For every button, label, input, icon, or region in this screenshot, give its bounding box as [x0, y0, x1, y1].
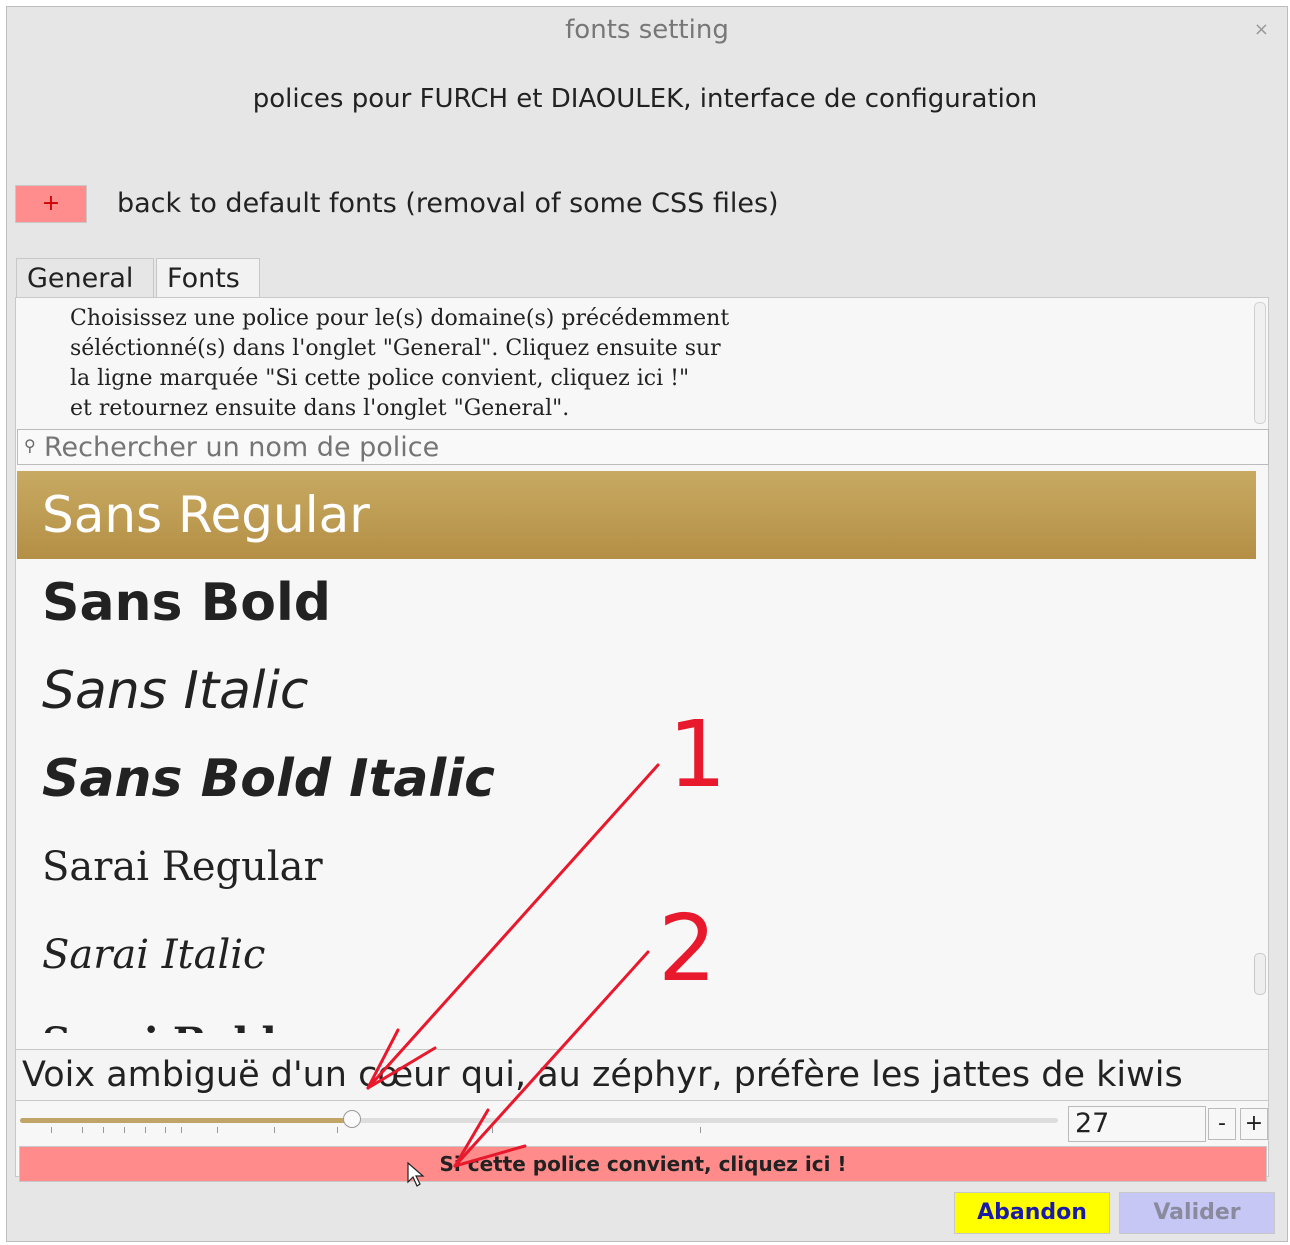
font-list-item[interactable]: Sarai Italic: [17, 911, 1256, 999]
instructions-text: Choisissez une police pour le(s) domaine…: [70, 306, 730, 421]
slider-tick: [699, 1127, 701, 1133]
slider-tick: [103, 1127, 105, 1133]
tab-general[interactable]: General: [16, 258, 154, 298]
abandon-button[interactable]: Abandon: [954, 1192, 1110, 1234]
font-search-box[interactable]: ⚲: [17, 429, 1269, 465]
reset-fonts-button[interactable]: +: [15, 185, 87, 223]
font-list-item[interactable]: Sans Bold: [17, 559, 1256, 647]
slider-tick: [274, 1127, 276, 1133]
fonts-tab-panel: Choisissez une police pour le(s) domaine…: [15, 297, 1269, 1177]
slider-tick: [123, 1127, 125, 1133]
font-list[interactable]: Sans Regular Sans Bold Sans Italic Sans …: [17, 471, 1256, 1033]
font-size-value[interactable]: 27: [1068, 1106, 1206, 1142]
font-list-scrollbar[interactable]: [1254, 953, 1266, 995]
slider-ticks: [20, 1127, 1058, 1135]
slider-tick: [82, 1127, 84, 1133]
font-preview-text: Voix ambiguë d'un cœur qui, au zéphyr, p…: [15, 1049, 1269, 1101]
slider-tick: [492, 1127, 494, 1133]
font-list-item-selected[interactable]: Sans Regular: [17, 471, 1256, 559]
close-icon[interactable]: ×: [1254, 19, 1269, 40]
valider-button[interactable]: Valider: [1119, 1192, 1275, 1234]
window-title: fonts setting: [565, 15, 729, 45]
dialog-subtitle: polices pour FURCH et DIAOULEK, interfac…: [252, 84, 1038, 114]
search-icon: ⚲: [24, 436, 36, 455]
font-search-input[interactable]: [44, 430, 1244, 464]
font-size-decrease-button[interactable]: -: [1208, 1108, 1236, 1140]
mouse-cursor-icon: [407, 1162, 425, 1187]
font-list-item[interactable]: Sarai Regular: [17, 823, 1256, 911]
reset-fonts-label: back to default fonts (removal of some C…: [117, 188, 779, 219]
slider-tick: [336, 1127, 338, 1133]
slider-tick: [144, 1127, 146, 1133]
title-bar: fonts setting ×: [7, 7, 1287, 51]
font-size-slider[interactable]: [20, 1110, 1058, 1128]
font-size-increase-button[interactable]: +: [1240, 1108, 1268, 1140]
slider-tick: [165, 1127, 167, 1133]
slider-fill: [20, 1118, 353, 1123]
font-list-item[interactable]: Sans Italic: [17, 647, 1256, 735]
slider-tick: [217, 1127, 219, 1133]
slider-tick: [180, 1127, 182, 1133]
font-list-item[interactable]: Sans Bold Italic: [17, 735, 1256, 823]
slider-tick: [51, 1127, 53, 1133]
confirm-font-button[interactable]: Si cette police convient, cliquez ici !: [19, 1146, 1267, 1182]
tab-fonts[interactable]: Fonts: [156, 258, 260, 298]
instructions-scrollbar[interactable]: [1254, 302, 1266, 424]
font-list-item[interactable]: Sarai Bold: [17, 999, 1256, 1033]
